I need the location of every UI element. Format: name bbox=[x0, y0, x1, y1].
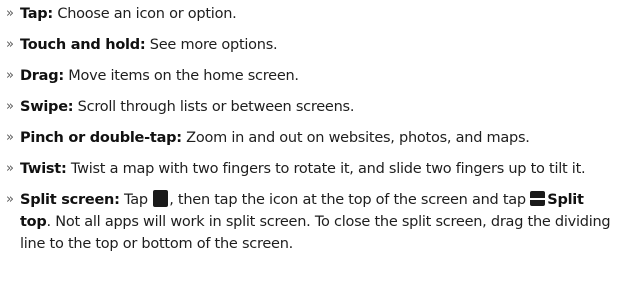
term-description: Move items on the home screen. bbox=[63, 68, 299, 84]
term-description: Tap bbox=[119, 192, 153, 208]
bullet-icon: » bbox=[6, 130, 14, 145]
term-description: . Not all apps will work in split screen… bbox=[20, 214, 611, 252]
bullet-icon: » bbox=[6, 99, 14, 114]
term-label: Twist: bbox=[20, 161, 67, 177]
list-item-drag: » Drag: Move items on the home screen. bbox=[6, 65, 614, 87]
term-label: Drag: bbox=[20, 68, 64, 84]
app-square-icon bbox=[153, 190, 169, 207]
bullet-icon: » bbox=[6, 161, 14, 176]
term-description: Twist a map with two fingers to rotate i… bbox=[66, 161, 586, 177]
term-description: Scroll through lists or between screens. bbox=[73, 99, 355, 115]
term-label: Touch and hold: bbox=[20, 37, 146, 53]
list-item-touch-and-hold: » Touch and hold: See more options. bbox=[6, 34, 614, 56]
list-item-swipe: » Swipe: Scroll through lists or between… bbox=[6, 96, 614, 118]
split-top-icon bbox=[530, 191, 546, 206]
gesture-list: » Tap: Choose an icon or option. » Touch… bbox=[6, 3, 614, 264]
term-description: , then tap the icon at the top of the sc… bbox=[169, 192, 531, 208]
term-label: Split screen: bbox=[20, 192, 120, 208]
term-description: Zoom in and out on websites, photos, and… bbox=[181, 130, 530, 146]
list-item-twist: » Twist: Twist a map with two fingers to… bbox=[6, 158, 614, 180]
term-description: Choose an icon or option. bbox=[52, 6, 237, 22]
term-description: See more options. bbox=[145, 37, 278, 53]
list-item-tap: » Tap: Choose an icon or option. bbox=[6, 3, 614, 25]
term-label: Swipe: bbox=[20, 99, 74, 115]
term-label: Pinch or double-tap: bbox=[20, 130, 182, 146]
list-item-pinch: » Pinch or double-tap: Zoom in and out o… bbox=[6, 127, 614, 149]
bullet-icon: » bbox=[6, 68, 14, 83]
bullet-icon: » bbox=[6, 6, 14, 21]
list-item-split-screen: » Split screen: Tap , then tap the icon … bbox=[6, 189, 614, 255]
bullet-icon: » bbox=[6, 192, 14, 207]
term-label: Tap: bbox=[20, 6, 53, 22]
bullet-icon: » bbox=[6, 37, 14, 52]
